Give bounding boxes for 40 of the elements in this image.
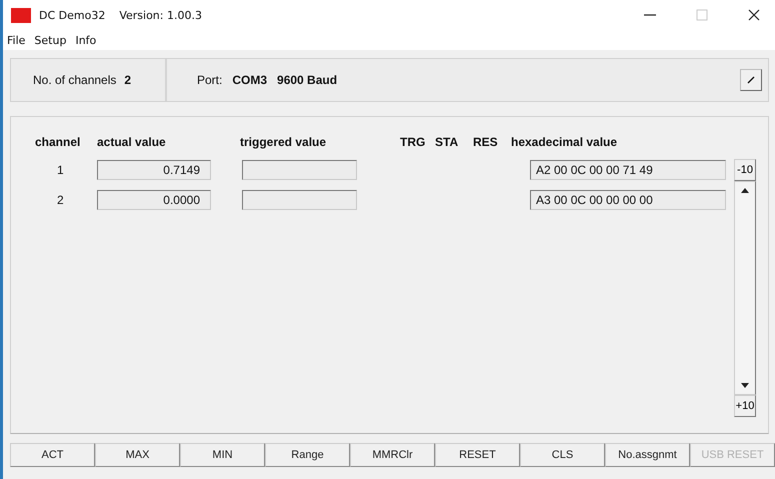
- close-icon[interactable]: [747, 8, 761, 22]
- column-header: channel: [35, 135, 82, 151]
- function-button[interactable]: CLS: [520, 443, 605, 467]
- scroll-down-icon[interactable]: [741, 383, 749, 388]
- scroll-down-page-button[interactable]: +10: [734, 395, 756, 417]
- function-button[interactable]: MAX: [95, 443, 180, 467]
- app-logo-icon: [11, 8, 31, 22]
- function-button[interactable]: RESET: [435, 443, 520, 467]
- column-header: triggered value: [240, 135, 328, 151]
- menu-item[interactable]: Info: [75, 34, 96, 46]
- column-header: TRG: [400, 135, 426, 151]
- function-button[interactable]: No.assgnmt: [605, 443, 690, 467]
- actual-value-field: 0.7149: [97, 160, 211, 180]
- hex-value-field: A3 00 0C 00 00 00 00: [530, 190, 726, 210]
- scrollbar[interactable]: [734, 181, 756, 395]
- column-header: hexadecimal value: [511, 135, 618, 151]
- channels-label: No. of channels: [33, 73, 116, 87]
- channel-number: 2: [56, 193, 65, 207]
- menu-item[interactable]: File: [7, 34, 26, 46]
- scroll-up-page-button[interactable]: -10: [734, 159, 756, 181]
- version-label: Version: 1.00.3: [119, 8, 202, 22]
- channels-value: 2: [124, 73, 132, 87]
- window-title: DC Demo32: [39, 8, 106, 22]
- pencil-icon: [746, 75, 756, 85]
- scroll-up-icon[interactable]: [741, 188, 749, 193]
- function-button[interactable]: MIN: [180, 443, 265, 467]
- port-label: Port:: [197, 73, 222, 87]
- column-header: RES: [473, 135, 499, 151]
- column-header: STA: [435, 135, 460, 151]
- channel-number: 1: [56, 163, 65, 177]
- port-value: COM3: [232, 73, 268, 87]
- baud-value: 9600 Baud: [277, 73, 338, 87]
- menu-item[interactable]: Setup: [34, 34, 66, 46]
- edit-button[interactable]: [740, 69, 762, 91]
- function-button[interactable]: MMRClr: [350, 443, 435, 467]
- hex-value-field: A2 00 0C 00 00 71 49: [530, 160, 726, 180]
- actual-value-field: 0.0000: [97, 190, 211, 210]
- function-button[interactable]: Range: [265, 443, 350, 467]
- column-header: actual value: [97, 135, 167, 151]
- function-button[interactable]: ACT: [10, 443, 95, 467]
